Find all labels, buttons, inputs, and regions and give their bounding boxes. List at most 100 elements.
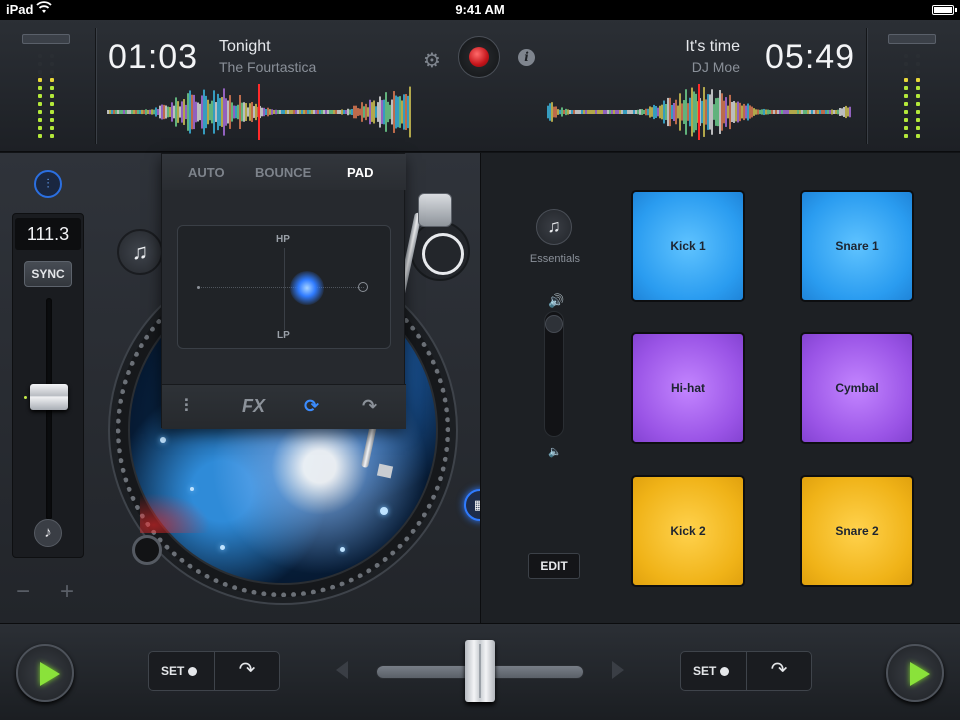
tab-auto[interactable]: AUTO (188, 165, 225, 180)
left-waveform[interactable] (104, 84, 416, 140)
sampler-volume-handle[interactable] (545, 315, 563, 333)
divider (866, 28, 867, 144)
vu-segment (916, 70, 920, 74)
vu-segment (904, 86, 908, 90)
playhead-marker (698, 84, 700, 140)
left-cue-controls: SET ↷ (148, 651, 280, 691)
vu-segment (916, 94, 920, 98)
right-play-button[interactable] (886, 644, 944, 702)
spin-indicator (410, 221, 470, 281)
disc-sparkle (160, 437, 166, 443)
disc-sparkle (220, 545, 225, 550)
vu-segment (904, 62, 908, 66)
tab-pad[interactable]: PAD (347, 165, 373, 180)
sync-button[interactable]: SYNC (24, 261, 72, 287)
right-waveform[interactable] (544, 84, 856, 140)
fx-xy-pad[interactable]: HP LP (177, 225, 391, 349)
disc-sparkle (340, 547, 345, 552)
right-set-cue-button[interactable]: SET (681, 652, 747, 690)
vu-segment (50, 62, 54, 66)
sampler-panel: ♫ Essentials 🔊 🔈 EDIT Kick 1 Snare 1 Hi-… (480, 153, 960, 623)
right-vu-meter (886, 34, 938, 144)
vu-segment (50, 118, 54, 122)
loop-icon[interactable]: ⟳ (304, 396, 319, 417)
disc-sparkle (380, 507, 388, 515)
left-jump-cue-icon[interactable]: ↷ (215, 652, 279, 690)
xy-end-ring (358, 282, 368, 292)
fx-toolbar: ⫶ FX ⟳ ↷ (162, 384, 406, 429)
vu-segment (904, 118, 908, 122)
fx-icon[interactable]: FX (242, 396, 265, 417)
crossfader-left-arrow-icon (336, 661, 348, 679)
vu-segment (916, 110, 920, 114)
jump-icon[interactable]: ↷ (362, 396, 377, 417)
pitch-slider-handle[interactable] (30, 384, 68, 410)
vu-segment (904, 126, 908, 130)
key-lock-note-icon[interactable]: ♪ (34, 519, 62, 547)
left-play-button[interactable] (16, 644, 74, 702)
tab-bounce[interactable]: BOUNCE (255, 165, 311, 180)
vu-segment (904, 94, 908, 98)
vu-segment (50, 110, 54, 114)
info-icon[interactable]: i (518, 49, 535, 66)
vu-segment (904, 78, 908, 82)
edit-button[interactable]: EDIT (528, 553, 580, 579)
settings-gear-icon[interactable]: ⚙ (423, 48, 441, 73)
vu-segment (904, 102, 908, 106)
sample-library-icon[interactable]: ♫ (536, 209, 572, 245)
cue-dot-icon (188, 667, 198, 676)
left-track-title[interactable]: Tonight (219, 38, 271, 56)
pad-cymbal[interactable]: Cymbal (800, 332, 914, 444)
cue-glow (140, 493, 210, 533)
vu-segment (916, 78, 920, 82)
vu-segment (916, 126, 920, 130)
record-icon (469, 47, 489, 67)
left-set-cue-button[interactable]: SET (149, 652, 215, 690)
vu-segment (38, 110, 42, 114)
vu-segment (904, 70, 908, 74)
pitch-panel: 111.3 SYNC ♪ (12, 213, 84, 558)
cue-button[interactable] (132, 535, 162, 565)
xy-hp-label: HP (276, 234, 290, 245)
vu-segment (50, 94, 54, 98)
record-button[interactable] (458, 36, 500, 78)
vu-segment (904, 134, 908, 138)
bpm-display: 111.3 (15, 218, 81, 250)
vu-segment (50, 86, 54, 90)
vu-segment (38, 70, 42, 74)
mixer-toggle-icon[interactable]: ⫶ (34, 170, 62, 198)
pad-hi-hat[interactable]: Hi-hat (631, 332, 745, 444)
vu-segment (38, 62, 42, 66)
vu-segment (916, 86, 920, 90)
crossfader-handle[interactable] (465, 640, 495, 702)
right-cue-controls: SET ↷ (680, 651, 812, 691)
right-track-title[interactable]: It's time (685, 38, 740, 56)
xy-start-dot (197, 286, 200, 289)
pad-kick-2[interactable]: Kick 2 (631, 475, 745, 587)
vu-segment (38, 78, 42, 82)
mixer-icon[interactable]: ⫶ (184, 396, 189, 417)
sample-pack-label[interactable]: Essentials (515, 253, 595, 265)
pad-snare-1[interactable]: Snare 1 (800, 190, 914, 302)
vu-cap (888, 34, 936, 44)
vu-segment (38, 54, 42, 58)
volume-low-icon: 🔈 (548, 446, 562, 458)
xy-vertical-axis (284, 248, 285, 330)
vu-segment (38, 126, 42, 130)
vu-segment (50, 134, 54, 138)
play-icon (910, 662, 930, 686)
pad-snare-2[interactable]: Snare 2 (800, 475, 914, 587)
pitch-minus-button[interactable]: − (16, 578, 30, 606)
add-music-left-icon[interactable]: ♫ (117, 229, 163, 275)
tonearm-base (418, 193, 452, 227)
vu-segment (38, 94, 42, 98)
vu-segment (38, 102, 42, 106)
left-elapsed-time: 01:03 (108, 38, 199, 76)
pitch-plus-button[interactable]: + (60, 578, 74, 606)
left-vu-meter (20, 34, 72, 144)
right-jump-cue-icon[interactable]: ↷ (747, 652, 811, 690)
xy-touch-point[interactable] (290, 271, 324, 305)
left-track-artist: The Fourtastica (219, 59, 317, 75)
play-icon (40, 662, 60, 686)
pad-kick-1[interactable]: Kick 1 (631, 190, 745, 302)
